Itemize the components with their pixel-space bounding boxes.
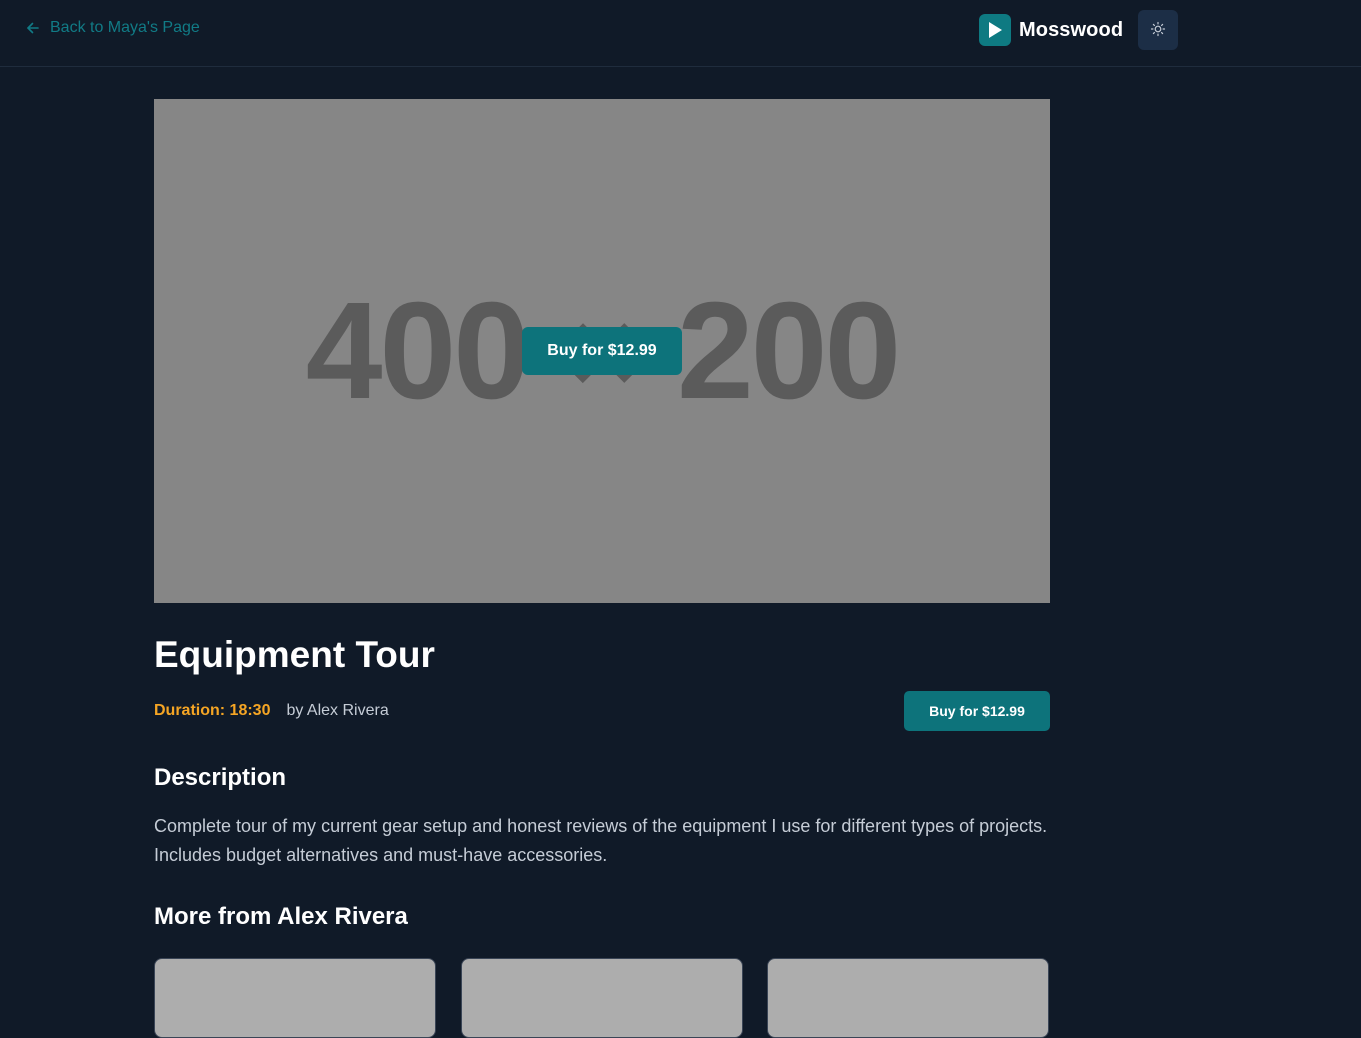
more-from-author-heading: More from Alex Rivera [154,903,408,930]
video-preview[interactable]: 400 × 200 Buy for $12.99 [154,99,1050,603]
theme-toggle-button[interactable] [1138,10,1178,50]
buy-button[interactable]: Buy for $12.99 [904,691,1050,731]
brand[interactable]: Mosswood [979,14,1123,46]
placeholder-height: 200 [677,274,901,428]
hero-buy-button[interactable]: Buy for $12.99 [522,327,682,375]
related-video-card[interactable] [767,958,1049,1038]
video-author: by Alex Rivera [286,702,389,719]
arrow-left-icon [26,21,40,35]
video-duration: Duration: 18:30 [154,702,271,719]
top-navigation-bar: Back to Maya's Page Mosswood [0,0,1361,67]
back-link[interactable]: Back to Maya's Page [26,19,200,37]
video-meta: Duration: 18:30 by Alex Rivera [154,702,389,720]
brand-name: Mosswood [1019,18,1124,41]
back-link-label: Back to Maya's Page [50,19,200,36]
sun-icon [1150,21,1166,40]
play-icon [979,14,1011,46]
related-video-card[interactable] [154,958,436,1038]
placeholder-width: 400 [305,274,530,428]
related-video-card[interactable] [461,958,743,1038]
description-text: Complete tour of my current gear setup a… [154,816,1048,865]
video-title: Equipment Tour [154,634,435,675]
description-heading: Description [154,764,287,791]
